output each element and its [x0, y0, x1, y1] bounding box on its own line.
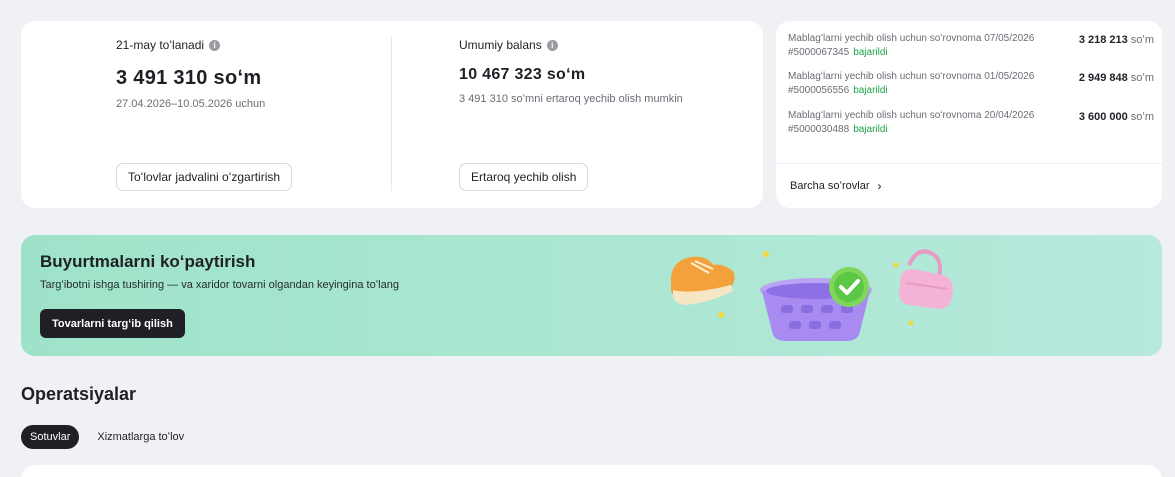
operations-table-card: [21, 465, 1162, 477]
promo-title: Buyurtmalarni koʻpaytirish: [40, 252, 256, 271]
total-balance-column: Umumiy balans i 10 467 323 soʻm 3 491 31…: [459, 21, 739, 208]
withdrawal-row[interactable]: Mablagʻlarni yechib olish uchun soʻrovno…: [788, 71, 1154, 107]
tab-sales[interactable]: Sotuvlar: [21, 425, 80, 449]
balance-card: 21-may toʻlanadi i 3 491 310 soʻm 27.04.…: [21, 21, 763, 208]
withdrawal-currency: soʻm: [1130, 72, 1154, 84]
withdrawal-amount: 3 600 000 soʻm: [1079, 111, 1154, 123]
change-payment-schedule-button[interactable]: Toʻlovlar jadvalini oʻzgartirish: [116, 163, 293, 191]
all-requests-label: Barcha soʻrovlar: [790, 180, 870, 192]
divider: [391, 37, 392, 191]
payout-column: 21-may toʻlanadi i 3 491 310 soʻm 27.04.…: [116, 21, 376, 208]
early-withdraw-button[interactable]: Ertaroq yechib olish: [459, 163, 589, 191]
withdrawal-row[interactable]: Mablagʻlarni yechib olish uchun soʻrovno…: [788, 110, 1154, 146]
withdrawal-amount-value: 3 218 213: [1078, 34, 1128, 46]
withdrawals-card: Mablagʻlarni yechib olish uchun soʻrovno…: [776, 21, 1162, 208]
total-balance-amount: 10 467 323 soʻm: [459, 66, 586, 83]
total-balance-label-row: Umumiy balans i: [459, 38, 558, 52]
withdrawals-separator: [776, 163, 1162, 164]
operations-title: Operatsiyalar: [21, 384, 137, 404]
withdrawal-id-line: #5000067345 bajarildi: [788, 47, 888, 58]
payout-amount: 3 491 310 soʻm: [116, 67, 262, 89]
withdrawal-title: Mablagʻlarni yechib olish uchun soʻrovno…: [788, 33, 1035, 44]
promo-banner: Buyurtmalarni koʻpaytirish Targʻibotni i…: [21, 235, 1162, 356]
check-badge-icon: [829, 267, 869, 307]
payout-label: 21-may toʻlanadi: [116, 38, 205, 52]
tab-service-payments[interactable]: Xizmatlarga toʻlov: [87, 425, 193, 449]
withdrawal-id: #5000067345: [788, 47, 850, 58]
withdrawal-amount-value: 3 600 000: [1078, 111, 1128, 123]
withdrawal-id: #5000056556: [788, 85, 850, 96]
info-icon[interactable]: i: [209, 39, 221, 51]
withdrawal-id: #5000030488: [788, 124, 850, 135]
early-withdraw-note: 3 491 310 soʻmni ertaroq yechib olish mu…: [459, 93, 683, 105]
withdrawal-id-line: #5000056556 bajarildi: [788, 85, 888, 96]
withdrawal-title: Mablagʻlarni yechib olish uchun soʻrovno…: [788, 71, 1035, 82]
chevron-right-icon: ›: [877, 179, 882, 193]
withdrawal-currency: soʻm: [1130, 111, 1154, 123]
sneaker-icon: [671, 256, 735, 305]
withdrawal-amount: 3 218 213 soʻm: [1079, 34, 1154, 46]
withdrawal-status: bajarildi: [853, 85, 888, 96]
page: 21-may toʻlanadi i 3 491 310 soʻm 27.04.…: [0, 0, 1175, 477]
payout-label-row: 21-may toʻlanadi i: [116, 38, 221, 52]
payout-period: 27.04.2026–10.05.2026 uchun: [116, 98, 266, 110]
withdrawal-id-line: #5000030488 bajarildi: [788, 124, 888, 135]
promo-text: Targʻibotni ishga tushiring — va xaridor…: [40, 279, 399, 291]
info-icon[interactable]: i: [546, 39, 558, 51]
withdrawal-title: Mablagʻlarni yechib olish uchun soʻrovno…: [788, 110, 1035, 121]
promote-products-button[interactable]: Tovarlarni targʻib qilish: [40, 309, 185, 338]
withdrawal-status: bajarildi: [853, 124, 888, 135]
withdrawal-row[interactable]: Mablagʻlarni yechib olish uchun soʻrovno…: [788, 33, 1154, 69]
operations-tabs: Sotuvlar Xizmatlarga toʻlov: [21, 425, 193, 449]
withdrawal-status: bajarildi: [853, 47, 888, 58]
promo-illustration: [671, 249, 953, 341]
all-requests-link[interactable]: Barcha soʻrovlar ›: [790, 179, 881, 193]
withdrawal-currency: soʻm: [1130, 34, 1154, 46]
total-balance-label: Umumiy balans: [459, 38, 542, 52]
withdrawal-amount-value: 2 949 848: [1078, 72, 1128, 84]
handbag-icon: [899, 249, 953, 309]
withdrawal-amount: 2 949 848 soʻm: [1079, 72, 1154, 84]
